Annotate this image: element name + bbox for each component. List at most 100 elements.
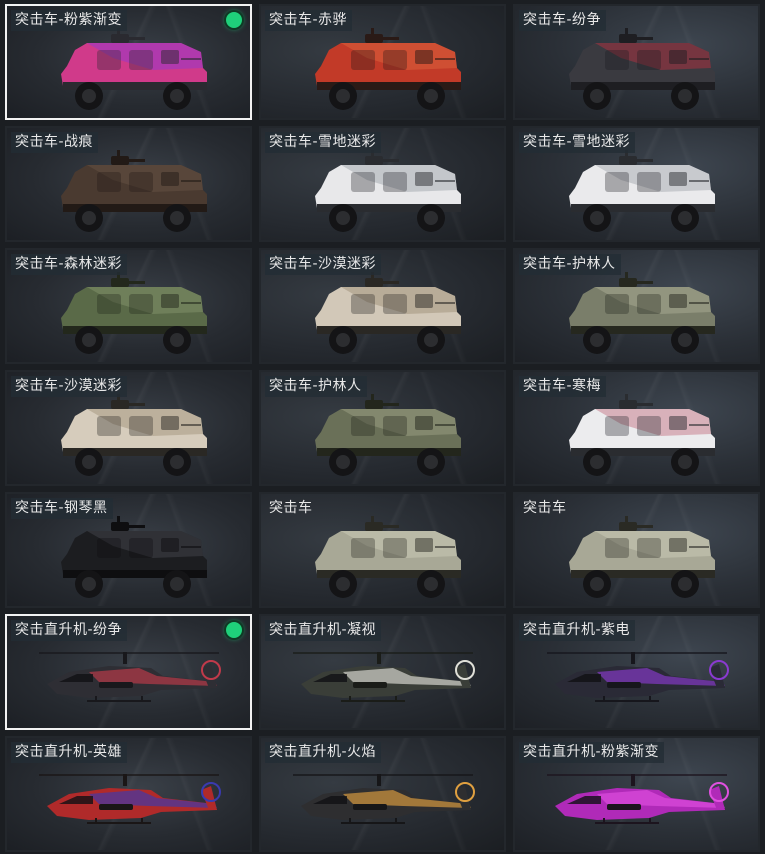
turret <box>111 400 129 409</box>
skin-card[interactable]: 突击直升机-纷争 <box>5 614 252 730</box>
assault-vehicle-image <box>53 394 213 484</box>
rotor-blade <box>39 774 219 776</box>
equipped-indicator-icon <box>226 622 242 638</box>
turret <box>619 34 637 43</box>
assault-vehicle-image <box>307 272 467 362</box>
rotor-blade <box>293 774 473 776</box>
rotor-blade <box>39 652 219 654</box>
helicopter-image <box>537 760 737 850</box>
turret-gun <box>381 281 399 284</box>
turret-gun <box>381 159 399 162</box>
skin-name-label: 突击直升机-英雄 <box>11 742 128 763</box>
skin-card[interactable]: 突击车-战痕 <box>5 126 252 242</box>
skin-card[interactable]: 突击车-护林人 <box>513 248 760 364</box>
turret <box>365 156 383 165</box>
turret-gun <box>635 281 653 284</box>
skin-card[interactable]: 突击车-赤骅 <box>259 4 506 120</box>
turret <box>619 400 637 409</box>
assault-vehicle-image <box>561 272 721 362</box>
skin-name-label: 突击车-纷争 <box>519 10 607 31</box>
skin-name-label: 突击直升机-火焰 <box>265 742 382 763</box>
skin-name-label: 突击直升机-凝视 <box>265 620 382 641</box>
skin-name-label: 突击车-粉紫渐变 <box>11 10 128 31</box>
skin-card[interactable]: 突击直升机-凝视 <box>259 614 506 730</box>
assault-vehicle-image <box>561 150 721 240</box>
helicopter-image <box>283 760 483 850</box>
helicopter-image <box>29 638 229 728</box>
skin-grid: 突击车-粉紫渐变 突击车-赤骅 突击车-纷争 突击车-战痕 突击车-雪地迷彩 突… <box>5 4 761 852</box>
turret-gun <box>381 525 399 528</box>
turret <box>111 156 129 165</box>
turret-gun <box>127 403 145 406</box>
assault-vehicle-image <box>307 28 467 118</box>
skin-card[interactable]: 突击直升机-紫电 <box>513 614 760 730</box>
turret-gun <box>635 159 653 162</box>
helicopter-image <box>283 638 483 728</box>
assault-vehicle-image <box>561 516 721 606</box>
skin-card[interactable]: 突击车 <box>259 492 506 608</box>
turret-gun <box>127 159 145 162</box>
skin-card[interactable]: 突击车-雪地迷彩 <box>259 126 506 242</box>
turret-gun <box>635 403 653 406</box>
turret <box>365 522 383 531</box>
skin-card[interactable]: 突击直升机-英雄 <box>5 736 252 852</box>
turret <box>619 156 637 165</box>
assault-vehicle-image <box>53 150 213 240</box>
turret-gun <box>381 37 399 40</box>
skin-name-label: 突击车-赤骅 <box>265 10 353 31</box>
skin-name-label: 突击车-沙漠迷彩 <box>265 254 382 275</box>
skin-name-label: 突击直升机-粉紫渐变 <box>519 742 665 763</box>
skin-name-label: 突击直升机-紫电 <box>519 620 636 641</box>
skin-name-label: 突击车-沙漠迷彩 <box>11 376 128 397</box>
skin-name-label: 突击车 <box>523 500 567 516</box>
assault-vehicle-image <box>307 394 467 484</box>
assault-vehicle-image <box>307 516 467 606</box>
rotor-blade <box>293 652 473 654</box>
turret <box>619 278 637 287</box>
turret <box>365 278 383 287</box>
turret <box>111 522 129 531</box>
turret-gun <box>127 525 145 528</box>
skin-card[interactable]: 突击车-森林迷彩 <box>5 248 252 364</box>
skin-name-label: 突击车-寒梅 <box>519 376 607 397</box>
assault-vehicle-image <box>53 516 213 606</box>
skin-card[interactable]: 突击直升机-粉紫渐变 <box>513 736 760 852</box>
turret <box>111 278 129 287</box>
skin-card[interactable]: 突击车-钢琴黑 <box>5 492 252 608</box>
turret <box>365 400 383 409</box>
skin-card[interactable]: 突击车-沙漠迷彩 <box>5 370 252 486</box>
turret <box>619 522 637 531</box>
assault-vehicle-image <box>307 150 467 240</box>
skin-card[interactable]: 突击车-纷争 <box>513 4 760 120</box>
turret-gun <box>635 525 653 528</box>
skin-name-label: 突击车-战痕 <box>11 132 99 153</box>
assault-vehicle-image <box>53 272 213 362</box>
skin-name-label: 突击车-雪地迷彩 <box>265 132 382 153</box>
skin-name-label: 突击车-护林人 <box>519 254 621 275</box>
turret-gun <box>127 281 145 284</box>
skin-card[interactable]: 突击车-护林人 <box>259 370 506 486</box>
assault-vehicle-image <box>53 28 213 118</box>
skin-card[interactable]: 突击车-雪地迷彩 <box>513 126 760 242</box>
skin-name-label: 突击车-护林人 <box>265 376 367 397</box>
turret <box>365 34 383 43</box>
helicopter-image <box>29 760 229 850</box>
equipped-indicator-icon <box>226 12 242 28</box>
skin-name-label: 突击车-雪地迷彩 <box>519 132 636 153</box>
rotor-blade <box>547 774 727 776</box>
skin-card[interactable]: 突击车-沙漠迷彩 <box>259 248 506 364</box>
assault-vehicle-image <box>561 28 721 118</box>
skin-card[interactable]: 突击车-寒梅 <box>513 370 760 486</box>
skin-card[interactable]: 突击直升机-火焰 <box>259 736 506 852</box>
skin-name-label: 突击车 <box>269 500 313 516</box>
skin-name-label: 突击车-森林迷彩 <box>11 254 128 275</box>
helicopter-image <box>537 638 737 728</box>
turret <box>111 34 129 43</box>
skin-card[interactable]: 突击车-粉紫渐变 <box>5 4 252 120</box>
rotor-blade <box>547 652 727 654</box>
skin-card[interactable]: 突击车 <box>513 492 760 608</box>
skin-name-label: 突击车-钢琴黑 <box>11 498 113 519</box>
turret-gun <box>127 37 145 40</box>
turret-gun <box>381 403 399 406</box>
skin-name-label: 突击直升机-纷争 <box>11 620 128 641</box>
